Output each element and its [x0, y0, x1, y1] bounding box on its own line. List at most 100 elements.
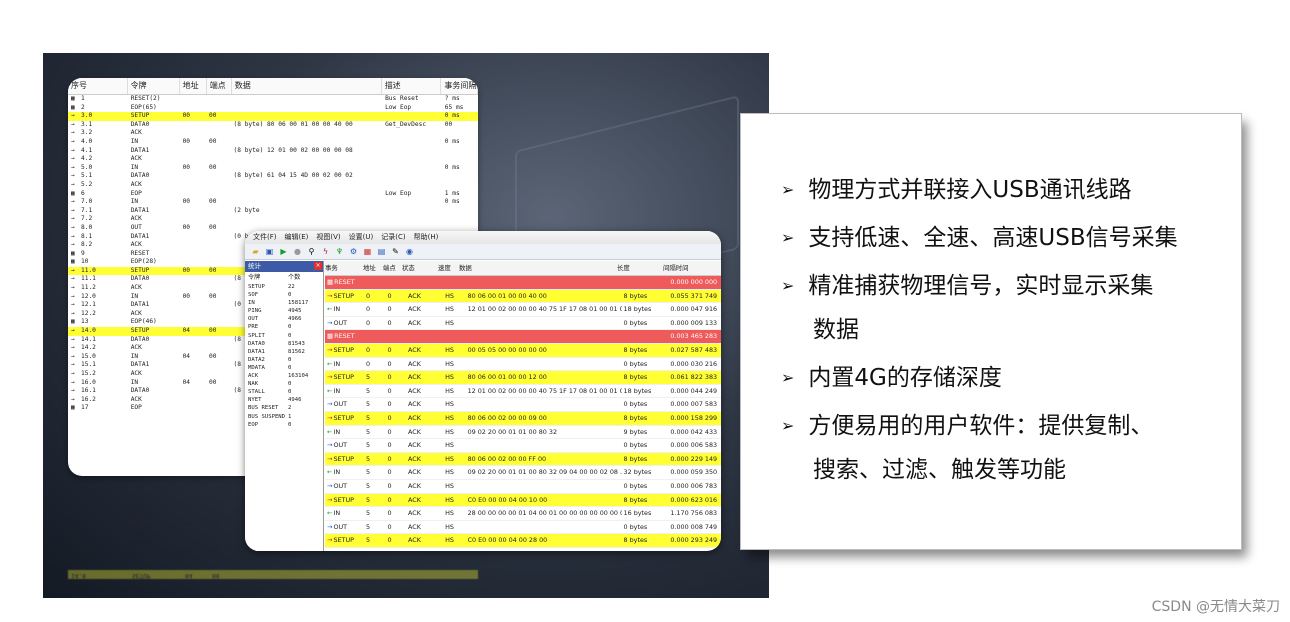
- th-data[interactable]: 数据: [459, 261, 617, 275]
- list-row[interactable]: ▦ 6 EOP Low Eop 1 ms: [68, 190, 478, 199]
- transaction-row[interactable]: ←IN 5 0 ACK HS 09 02 20 00 01 01 00 80 32 9 by…: [325, 426, 721, 440]
- transaction-row[interactable]: →SETUP 5 0 ACK HS 80 06 00 01 00 00 12 00 8 by…: [325, 371, 721, 385]
- menu-edit[interactable]: 编辑(E): [285, 231, 309, 244]
- reflected-index: 15.1: [71, 537, 86, 545]
- setup-arrow-icon: →: [327, 413, 333, 422]
- th-length[interactable]: 长度: [617, 261, 663, 275]
- list-row[interactable]: → 5.0 IN 00 00 0 ms: [68, 164, 478, 173]
- list-row[interactable]: → 5.1 DATA0 (8 byte) 61 04 15 4D 00 02 00 0…: [68, 172, 478, 181]
- col-header-token[interactable]: 令牌: [128, 78, 180, 94]
- filter-icon[interactable]: ϟ: [321, 247, 330, 256]
- close-icon[interactable]: ×: [314, 262, 322, 270]
- col-header-description[interactable]: 描述: [382, 78, 442, 94]
- transaction-row[interactable]: →OUT 5 0 ACK HS 0 bytes 0.000 006 583: [325, 439, 721, 453]
- list-row[interactable]: → 7.2 ACK: [68, 215, 478, 224]
- transaction-row[interactable]: →OUT 5 0 ACK HS 0 bytes 0.000 008 749: [325, 521, 721, 535]
- transaction-row[interactable]: →SETUP 5 0 ACK HS C0 E0 00 00 04 00 10 00 8 by…: [325, 493, 721, 508]
- menu-view[interactable]: 视图(V): [316, 231, 340, 244]
- transaction-type: →SETUP: [325, 290, 364, 303]
- help-icon[interactable]: ◉: [405, 247, 414, 256]
- th-endpoint[interactable]: 端点: [383, 261, 402, 275]
- list-row[interactable]: ▦ 2 EOP(65) Low Eop 65 ms: [68, 104, 478, 113]
- transaction-length: 0 bytes: [623, 400, 648, 409]
- col-header-interval[interactable]: 事务间隔: [441, 78, 478, 94]
- list-row[interactable]: → 7.1 DATA1 (2 byte: [68, 207, 478, 216]
- row-token: DATA0: [130, 387, 150, 395]
- list-row[interactable]: ▦ 1 RESET(2) Bus Reset? ms: [68, 95, 478, 104]
- feature-text: 精准捕获物理信号，实时显示采集: [808, 273, 1154, 299]
- list-row[interactable]: → 5.2 ACK: [68, 181, 478, 190]
- th-address[interactable]: 地址: [363, 261, 383, 275]
- col-header-address[interactable]: 地址: [180, 78, 207, 94]
- transaction-interval: 0.003 465 283: [670, 332, 718, 341]
- row-token: EOP(46): [130, 318, 157, 326]
- stats-count: 4945: [288, 308, 302, 315]
- in-arrow-icon: ←: [327, 359, 333, 368]
- menu-record[interactable]: 记录(C): [381, 231, 405, 244]
- th-speed[interactable]: 速度: [438, 261, 459, 275]
- row-address: [180, 155, 206, 164]
- transaction-row[interactable]: ←IN50ACKHS28 00 00 00 00 01 04 00 01 00 …: [325, 507, 721, 521]
- arrow-icon: →: [71, 112, 75, 120]
- list-row[interactable]: → 7.0 IN 00 00 0 ms: [68, 198, 478, 207]
- th-status[interactable]: 状态: [402, 261, 438, 275]
- transaction-type: ←IN: [325, 426, 364, 439]
- th-transaction[interactable]: 事务: [325, 261, 363, 275]
- transaction-speed: HS: [445, 509, 454, 518]
- transaction-row[interactable]: ←IN50ACKHS28 00 00 00 00 01 04 00 01 00 …: [325, 548, 721, 551]
- list-row[interactable]: → 3.0 SETUP 00 00 0 ms: [68, 112, 478, 121]
- stats-token: DATA2: [248, 356, 265, 363]
- find-icon[interactable]: ⚲: [307, 247, 316, 256]
- row-endpoint: [206, 361, 231, 370]
- col-header-data[interactable]: 数据: [232, 78, 382, 94]
- row-endpoint: [206, 301, 231, 310]
- transaction-row[interactable]: →OUT 5 0 ACK HS 0 bytes 0.000 007 583: [325, 398, 721, 412]
- chart-icon[interactable]: ▦: [363, 247, 372, 256]
- col-header-index[interactable]: 序号: [68, 78, 128, 94]
- trigger-icon[interactable]: ♆: [335, 247, 344, 256]
- play-icon[interactable]: ▶: [279, 247, 288, 256]
- settings-icon[interactable]: ⚙: [349, 247, 358, 256]
- transaction-row[interactable]: ←IN 0 0 ACK HS 0 bytes 0.000 030 216: [325, 358, 721, 372]
- transaction-row[interactable]: ▦RESET 0.000 000 000: [325, 276, 721, 290]
- arrow-icon: →: [71, 301, 75, 309]
- transaction-type-text: OUT: [333, 400, 348, 409]
- menu-settings[interactable]: 设置(U): [349, 231, 374, 244]
- reflected-endpoint: [209, 587, 234, 596]
- transaction-row[interactable]: →OUT 0 0 ACK HS 0 bytes 0.000 009 133: [325, 317, 721, 331]
- transaction-row[interactable]: ←IN 0 0 ACK HS 12 01 00 02 00 00 00 40 75 1F …: [325, 303, 721, 317]
- menu-help[interactable]: 帮助(H): [414, 231, 439, 244]
- list-row[interactable]: → 3.2 ACK: [68, 129, 478, 138]
- menu-file[interactable]: 文件(F): [253, 231, 277, 244]
- transaction-row[interactable]: →OUT 5 0 ACK HS 0 bytes 0.000 006 783: [325, 480, 721, 494]
- list-row[interactable]: → 4.2 ACK: [68, 155, 478, 164]
- col-header-endpoint[interactable]: 端点: [207, 78, 232, 94]
- th-interval[interactable]: 间隔时间: [663, 261, 715, 275]
- transaction-length: 16 bytes: [623, 509, 652, 518]
- transaction-row[interactable]: ▦RESET 0.003 465 283: [325, 330, 721, 344]
- list-row[interactable]: → 4.0 IN 00 00 0 ms: [68, 138, 478, 147]
- edit-icon[interactable]: ✎: [391, 247, 400, 256]
- row-index: → 8.1: [68, 233, 128, 242]
- transaction-row[interactable]: ←IN 5 0 ACK HS 12 01 00 02 00 00 00 40 75 1F …: [325, 385, 721, 399]
- transaction-row[interactable]: →SETUP 5 0 ACK HS 80 06 00 02 00 00 FF 00 8 by…: [325, 452, 721, 467]
- transaction-interval: 1.170 756 083: [670, 509, 718, 518]
- row-index: → 5.0: [68, 164, 128, 173]
- save-icon[interactable]: ▣: [265, 247, 274, 256]
- list-row[interactable]: → 3.1 DATA0 (8 byte) 80 06 00 01 00 00 40 0…: [68, 121, 478, 130]
- transaction-row[interactable]: →SETUP 0 0 ACK HS 80 06 00 01 00 00 40 00 8 by…: [325, 289, 721, 304]
- transaction-type: ▦RESET: [325, 276, 364, 289]
- stats-title-text: 统计: [248, 262, 261, 270]
- transaction-address: 5: [366, 386, 371, 395]
- transaction-row[interactable]: →SETUP 5 0 ACK HS 80 06 00 02 00 00 09 00 8 by…: [325, 411, 721, 426]
- copy-icon[interactable]: ▤: [377, 247, 386, 256]
- transaction-row[interactable]: →SETUP 5 0 ACK HS C0 E0 00 00 04 00 28 00 8 by…: [325, 534, 721, 548]
- transaction-row[interactable]: →SETUP 0 0 ACK HS 00 05 05 00 00 00 00 00 8 by…: [325, 343, 721, 358]
- transaction-row[interactable]: ←IN 5 0 ACK HS 09 02 20 00 01 01 00 80 32 09 …: [325, 466, 721, 480]
- list-row[interactable]: → 4.1 DATA1 (8 byte) 12 01 00 02 00 00 00 0…: [68, 147, 478, 156]
- stop-icon[interactable]: ●: [293, 247, 302, 256]
- reflected-address: [182, 510, 209, 519]
- in-arrow-icon: ←: [327, 427, 333, 436]
- row-token: DATA0: [130, 275, 150, 283]
- open-icon[interactable]: ▰: [251, 247, 260, 256]
